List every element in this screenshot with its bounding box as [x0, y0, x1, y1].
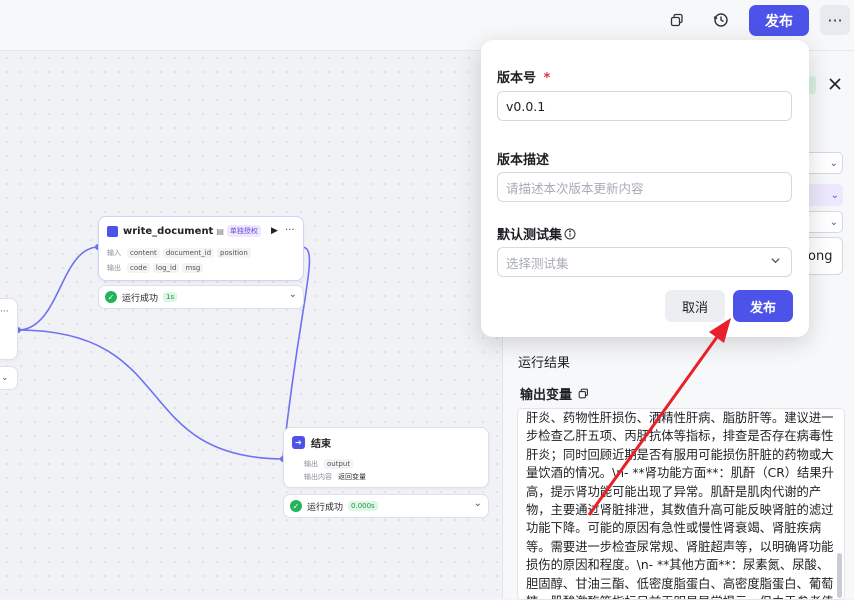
write-document-node[interactable]: write_document ▤ 单独授权 ▶ ··· 输入 content d… — [98, 216, 304, 281]
panel-select-purple[interactable]: ⌄ — [808, 184, 843, 206]
confirm-publish-button[interactable]: 发布 — [733, 290, 793, 322]
chevron-down-icon: ⌄ — [288, 289, 297, 300]
output-tag: code — [127, 263, 150, 273]
chevron-down-icon: ⌄ — [473, 498, 482, 509]
more-button[interactable]: ··· — [820, 5, 850, 35]
node-more-icon[interactable]: ··· — [0, 307, 9, 317]
input-tag: position — [217, 248, 251, 258]
auth-badge: 单独授权 — [226, 225, 261, 237]
copy-icon[interactable] — [662, 5, 692, 35]
testset-select[interactable]: 选择测试集 — [497, 247, 792, 277]
copy-icon[interactable] — [578, 384, 589, 403]
success-check-icon: ✓ — [105, 291, 117, 303]
output-result-text: 肝炎、药物性肝损伤、酒精性肝病、脂肪肝等。建议进一步检查乙肝五项、丙肝抗体等指标… — [526, 411, 834, 599]
write-document-status[interactable]: ✓ 运行成功 1s ⌄ — [98, 285, 304, 309]
play-icon[interactable]: ▶ — [271, 226, 278, 236]
publish-button[interactable]: 发布 — [749, 5, 809, 36]
output-result-box[interactable]: 肝炎、药物性肝损伤、酒精性肝病、脂肪肝等。建议进一步检查乙肝五项、丙肝抗体等指标… — [517, 408, 845, 600]
doc-small-icon: ▤ — [216, 226, 224, 236]
version-label: 版本号 * — [497, 71, 551, 86]
output-content-row: 输出内容 返回变量 — [304, 473, 366, 481]
node-title: write_document — [123, 225, 214, 237]
scrollbar[interactable] — [837, 553, 842, 598]
cancel-button[interactable]: 取消 — [665, 290, 725, 322]
success-check-icon: ✓ — [290, 500, 302, 512]
description-input[interactable]: 请描述本次版本更新内容 — [497, 172, 792, 202]
panel-tag-green — [808, 76, 816, 94]
output-row: 输出 code log_id msg — [107, 263, 206, 273]
info-icon[interactable] — [564, 228, 576, 240]
node-more-icon[interactable]: ··· — [285, 225, 295, 236]
publish-modal: 版本号 * v0.0.1 版本描述 请描述本次版本更新内容 默认测试集 选择测试… — [481, 40, 809, 337]
description-label: 版本描述 — [497, 153, 550, 168]
output-row: 输出 output — [304, 459, 356, 469]
panel-input[interactable]: ong — [808, 237, 843, 275]
end-icon: ➔ — [292, 436, 305, 449]
input-tag: content — [127, 248, 160, 258]
history-icon[interactable] — [706, 5, 736, 35]
edge-to-write-document — [17, 246, 99, 331]
end-node-status[interactable]: ✓ 运行成功 0.000s ⌄ — [283, 494, 489, 518]
output-tag: msg — [182, 263, 204, 273]
close-icon[interactable] — [828, 76, 844, 92]
output-variable-header: 输出变量 — [520, 384, 589, 403]
testset-label: 默认测试集 — [497, 224, 576, 243]
panel-select[interactable]: ⌄ — [808, 211, 843, 233]
chevron-down-icon — [770, 254, 781, 269]
edge-to-end — [17, 329, 284, 460]
run-result-title: 运行结果 — [518, 356, 571, 371]
chevron-down-icon: ⌄ — [1, 373, 9, 383]
panel-select[interactable]: ⌄ — [808, 152, 843, 174]
input-row: 输入 content document_id position — [107, 248, 254, 258]
version-input[interactable]: v0.0.1 — [497, 91, 792, 121]
input-tag: document_id — [162, 248, 215, 258]
output-tag: log_id — [152, 263, 180, 273]
start-node[interactable]: ··· — [0, 298, 18, 360]
output-tag: output — [324, 459, 354, 469]
document-icon — [107, 225, 118, 237]
node-title: 结束 — [311, 439, 331, 450]
end-node[interactable]: ➔ 结束 输出 output 输出内容 返回变量 — [283, 427, 489, 488]
start-node-status[interactable]: ⌄ — [0, 366, 18, 390]
